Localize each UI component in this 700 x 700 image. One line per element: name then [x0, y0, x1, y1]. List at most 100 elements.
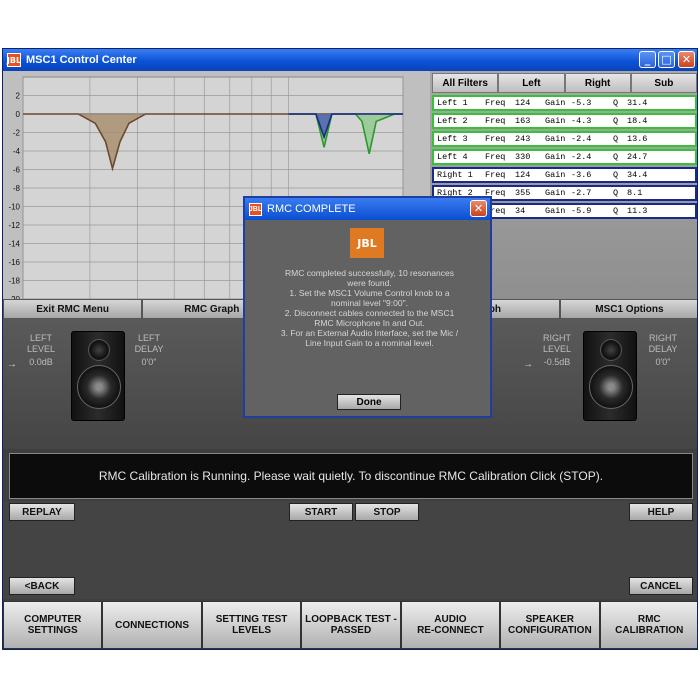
freq-label: Freq [485, 116, 506, 126]
nav-audio-reconnect[interactable]: AUDIO RE-CONNECT [400, 601, 501, 649]
maximize-button[interactable]: □ [658, 51, 675, 68]
q-value: 13.6 [627, 134, 648, 144]
tab-msc1-options[interactable]: MSC1 Options [559, 299, 697, 319]
right-delay-label: RIGHT DELAY [648, 333, 678, 354]
filter-row[interactable]: Left 4 Freq 330 Gain -2.4 Q 24.7 [432, 149, 697, 165]
dialog-app-icon: JBL [249, 202, 262, 216]
window-title: MSC1 Control Center [26, 54, 137, 66]
gain-value: -2.4 [571, 152, 592, 162]
rmc-complete-dialog: JBL RMC COMPLETE ✕ JBL RMC completed suc… [243, 196, 492, 418]
y-tick-label: -10 [8, 203, 20, 212]
filter-row[interactable]: Right 1 Freq 124 Gain -3.6 Q 34.4 [432, 167, 697, 183]
y-tick-label: -12 [8, 221, 20, 230]
q-value: 31.4 [627, 98, 648, 108]
start-button[interactable]: START [289, 503, 353, 521]
filter-name: Left 1 [437, 98, 468, 108]
minimize-button[interactable]: _ [639, 51, 656, 68]
freq-value: 124 [515, 98, 531, 108]
wizard-step-nav: COMPUTER SETTINGS CONNECTIONS SETTING TE… [3, 601, 697, 649]
dialog-line: Line Input Gain to a nominal level. [305, 338, 434, 348]
nav-connections[interactable]: CONNECTIONS [102, 601, 202, 649]
nav-computer-settings[interactable]: COMPUTER SETTINGS [3, 601, 103, 649]
dialog-line: 2. Disconnect cables connected to the MS… [284, 308, 455, 318]
freq-label: Freq [485, 134, 506, 144]
left-level-value: 0.0dB [29, 357, 53, 367]
dialog-line: 1. Set the MSC1 Volume Control knob to a [289, 288, 450, 298]
dialog-line: RMC Microphone In and Out. [314, 318, 425, 328]
right-delay-value: 0'0" [655, 357, 671, 367]
y-tick-label: -6 [13, 166, 21, 175]
q-value: 8.1 [627, 188, 643, 198]
right-level-value: -0.5dB [543, 357, 571, 367]
gain-label: Gain [545, 134, 566, 144]
filter-name: Left 2 [437, 116, 468, 126]
filter-row[interactable]: Left 2 Freq 163 Gain -4.3 Q 18.4 [432, 113, 697, 129]
close-button[interactable]: ✕ [678, 51, 695, 68]
gain-value: -4.3 [571, 116, 592, 126]
done-button[interactable]: Done [337, 394, 401, 410]
q-value: 18.4 [627, 116, 648, 126]
right-level-label: RIGHT LEVEL [542, 333, 572, 354]
y-tick-label: -16 [8, 258, 20, 267]
q-value: 11.3 [627, 206, 648, 216]
stop-button[interactable]: STOP [355, 503, 419, 521]
tab-left[interactable]: Left [498, 73, 565, 93]
title-bar[interactable]: JBL MSC1 Control Center _ □ ✕ [3, 49, 697, 71]
tab-right[interactable]: Right [564, 73, 631, 93]
freq-label: Freq [485, 98, 506, 108]
q-value: 24.7 [627, 152, 648, 162]
gain-value: -5.9 [571, 206, 592, 216]
replay-button[interactable]: REPLAY [9, 503, 75, 521]
nav-loopback-test[interactable]: LOOPBACK TEST - PASSED [301, 601, 401, 649]
dialog-message: RMC completed successfully, 10 resonance… [251, 268, 488, 348]
gain-label: Gain [545, 152, 566, 162]
q-label: Q [613, 188, 619, 198]
app-logo-icon: JBL [7, 53, 21, 67]
q-label: Q [613, 152, 619, 162]
nav-setting-test-levels[interactable]: SETTING TEST LEVELS [201, 601, 302, 649]
q-label: Q [613, 98, 619, 108]
dialog-line: were found. [347, 278, 392, 288]
freq-value: 330 [515, 152, 531, 162]
gain-label: Gain [545, 188, 566, 198]
filter-row[interactable]: Left 3 Freq 243 Gain -2.4 Q 13.6 [432, 131, 697, 147]
dialog-line: 3. For an External Audio Interface, set … [280, 328, 459, 338]
dialog-close-button[interactable]: ✕ [470, 200, 487, 217]
gain-label: Gain [545, 98, 566, 108]
left-delay-label: LEFT DELAY [134, 333, 164, 354]
q-value: 34.4 [627, 170, 648, 180]
freq-label: Freq [485, 170, 506, 180]
gain-value: -3.6 [571, 170, 592, 180]
gain-label: Gain [545, 116, 566, 126]
nav-rmc-calibration[interactable]: RMC CALIBRATION [599, 601, 697, 649]
q-label: Q [613, 206, 619, 216]
dialog-title: RMC COMPLETE [267, 203, 356, 215]
right-level-arrow-icon: → [523, 359, 533, 370]
help-button[interactable]: HELP [629, 503, 693, 521]
filter-row[interactable]: Left 1 Freq 124 Gain -5.3 Q 31.4 [432, 95, 697, 111]
nav-speaker-configuration[interactable]: SPEAKER CONFIGURATION [500, 601, 600, 649]
dialog-line: nominal level "9:00". [331, 298, 408, 308]
left-delay-value: 0'0" [141, 357, 157, 367]
tab-all-filters[interactable]: All Filters [432, 73, 499, 93]
tab-exit-rmc-menu[interactable]: Exit RMC Menu [3, 299, 143, 319]
control-panel: REPLAY START STOP HELP <BACK CANCEL [3, 501, 697, 599]
filter-name: Left 3 [437, 134, 468, 144]
q-label: Q [613, 116, 619, 126]
dialog-title-bar[interactable]: JBL RMC COMPLETE ✕ [245, 198, 490, 220]
y-tick-label: 0 [16, 110, 21, 119]
gain-label: Gain [545, 206, 566, 216]
y-tick-label: -18 [8, 277, 20, 286]
q-label: Q [613, 170, 619, 180]
y-tick-label: -8 [13, 184, 21, 193]
freq-value: 355 [515, 188, 531, 198]
tab-sub[interactable]: Sub [630, 73, 697, 93]
q-label: Q [613, 134, 619, 144]
back-button[interactable]: <BACK [9, 577, 75, 595]
filter-name: Right 1 [437, 170, 473, 180]
y-tick-label: -2 [13, 129, 21, 138]
gain-value: -5.3 [571, 98, 592, 108]
left-level-label: LEFT LEVEL [26, 333, 56, 354]
status-message: RMC Calibration is Running. Please wait … [9, 453, 693, 499]
cancel-button[interactable]: CANCEL [629, 577, 693, 595]
